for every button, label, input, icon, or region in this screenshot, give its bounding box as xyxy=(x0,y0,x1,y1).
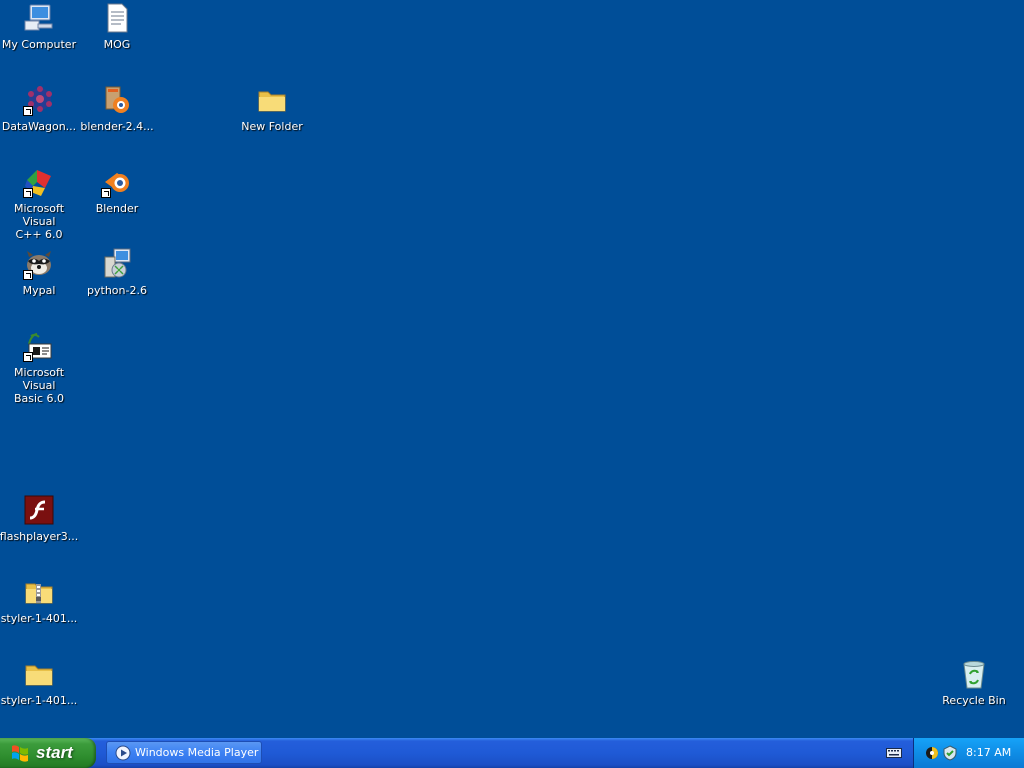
desktop-icon-label: Microsoft Visual C++ 6.0 xyxy=(13,202,65,241)
desktop-icon-label: styler-1-401... xyxy=(0,612,78,625)
folder-icon xyxy=(256,84,288,116)
desktop[interactable]: My Computer MOG DataWagon... blender-2.4… xyxy=(0,0,1024,738)
desktop-icon-recycle-bin[interactable]: Recycle Bin xyxy=(935,658,1013,707)
shortcut-arrow-icon xyxy=(101,188,111,198)
desktop-icon-mypal[interactable]: Mypal xyxy=(0,248,78,297)
zip-folder-icon xyxy=(23,576,55,608)
desktop-icon-flashplayer[interactable]: flashplayer3... xyxy=(0,494,78,543)
desktop-icon-blender[interactable]: Blender xyxy=(78,166,156,215)
datawagon-icon xyxy=(23,84,55,116)
media-player-icon xyxy=(115,745,131,760)
network-icon[interactable] xyxy=(924,745,940,761)
desktop-icon-visual-cpp[interactable]: Microsoft Visual C++ 6.0 xyxy=(0,166,78,241)
desktop-icon-label: MOG xyxy=(103,38,131,51)
my-computer-icon xyxy=(23,2,55,34)
shortcut-arrow-icon xyxy=(23,188,33,198)
shield-icon[interactable] xyxy=(942,745,958,761)
visual-cpp-icon xyxy=(23,166,55,198)
folder-icon xyxy=(23,658,55,690)
python-installer-icon xyxy=(101,248,133,280)
desktop-icon-label: blender-2.4... xyxy=(80,120,154,133)
desktop-icon-visual-basic[interactable]: Microsoft Visual Basic 6.0 xyxy=(0,330,78,405)
desktop-icon-styler-folder[interactable]: styler-1-401... xyxy=(0,658,78,707)
shortcut-arrow-icon xyxy=(23,270,33,280)
mypal-icon xyxy=(23,248,55,280)
desktop-icon-label: flashplayer3... xyxy=(0,530,79,543)
desktop-icon-label: styler-1-401... xyxy=(0,694,78,707)
taskbar[interactable]: start Windows Media Player 8:17 AM xyxy=(0,738,1024,768)
desktop-icon-label: My Computer xyxy=(1,38,77,51)
shortcut-arrow-icon xyxy=(23,352,33,362)
desktop-icon-my-computer[interactable]: My Computer xyxy=(0,2,78,51)
desktop-icon-label: Recycle Bin xyxy=(942,694,1006,707)
visual-basic-icon xyxy=(23,330,55,362)
keyboard-icon[interactable] xyxy=(886,747,902,759)
start-button[interactable]: start xyxy=(0,738,96,768)
taskbar-button-windows-media-player[interactable]: Windows Media Player xyxy=(106,741,262,764)
desktop-icon-label: Blender xyxy=(95,202,139,215)
desktop-icon-styler-zip[interactable]: styler-1-401... xyxy=(0,576,78,625)
shortcut-arrow-icon xyxy=(23,106,33,116)
windows-logo-icon xyxy=(12,745,28,762)
desktop-icon-label: Microsoft Visual Basic 6.0 xyxy=(13,366,65,405)
clock[interactable]: 8:17 AM xyxy=(966,746,1011,759)
desktop-icon-mog[interactable]: MOG xyxy=(78,2,156,51)
desktop-icon-label: DataWagon... xyxy=(1,120,77,133)
desktop-icon-python[interactable]: python-2.6 xyxy=(78,248,156,297)
text-document-icon xyxy=(101,2,133,34)
blender-installer-icon xyxy=(101,84,133,116)
desktop-icon-blender-installer[interactable]: blender-2.4... xyxy=(78,84,156,133)
desktop-icon-label: python-2.6 xyxy=(87,284,147,297)
start-label: start xyxy=(36,743,73,762)
system-tray: 8:17 AM xyxy=(913,738,1024,768)
desktop-icon-new-folder[interactable]: New Folder xyxy=(233,84,311,133)
desktop-icon-label: Mypal xyxy=(22,284,56,297)
desktop-icon-label: New Folder xyxy=(241,120,303,133)
taskbar-button-label: Windows Media Player xyxy=(135,746,259,759)
desktop-icon-datawagon[interactable]: DataWagon... xyxy=(0,84,78,133)
blender-icon xyxy=(101,166,133,198)
recycle-bin-icon xyxy=(958,658,990,690)
flash-icon xyxy=(23,494,55,526)
